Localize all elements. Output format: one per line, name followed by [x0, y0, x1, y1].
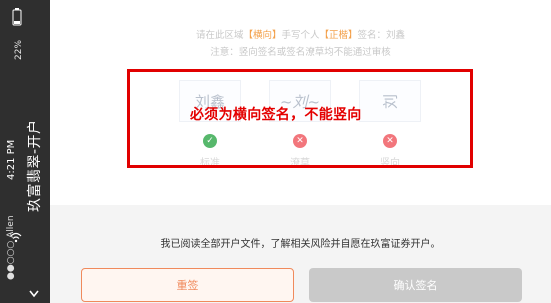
- signing-screen: 请在此区域【横向】手写个人【正楷】签名：刘鑫 注意：竖向签名或签名潦草均不能通过…: [50, 0, 551, 303]
- status-time: 4:21 PM: [6, 139, 17, 180]
- signing-note: 注意：竖向签名或签名潦草均不能通过审核: [210, 47, 391, 58]
- battery-icon: [12, 8, 22, 26]
- confirm-signature-button[interactable]: 确认签名: [309, 268, 522, 302]
- back-chevron-icon[interactable]: [28, 288, 40, 300]
- resign-button[interactable]: 重签: [81, 268, 294, 302]
- annotation-warning-text: 必须为横向签名，不能竖向: [190, 107, 362, 123]
- battery-percentage: 22%: [14, 39, 24, 60]
- rotated-status-nav-bar: 22% 4:21 PM 玖富翡翠-开户 ●●○○○ Allen: [0, 0, 50, 303]
- agreement-text: 我已阅读全部开户文件，了解相关风险并自愿在玖富证券开户。: [160, 239, 441, 250]
- signing-instructions: 请在此区域【横向】手写个人【正楷】签名：刘鑫 注意：竖向签名或签名潦草均不能通过…: [50, 27, 551, 61]
- carrier-signal: ●●○○○ Allen: [6, 215, 16, 280]
- signature-pad[interactable]: 请在此区域【横向】手写个人【正楷】签名：刘鑫 注意：竖向签名或签名潦草均不能通过…: [50, 0, 551, 205]
- page-title: 玖富翡翠-开户: [27, 119, 43, 212]
